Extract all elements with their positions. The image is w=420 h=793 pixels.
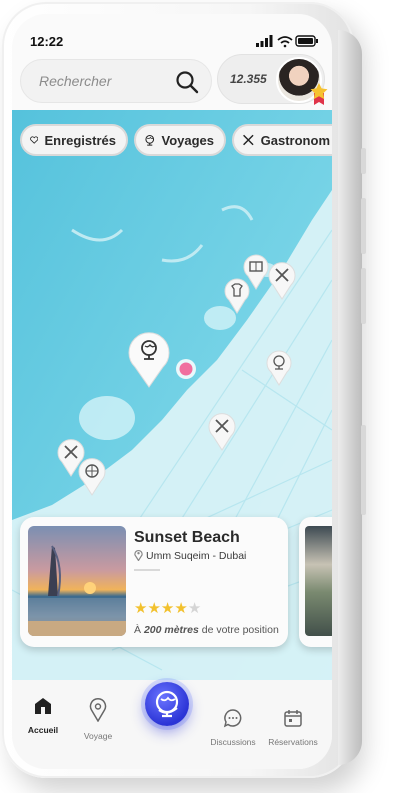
utensils-icon bbox=[243, 134, 254, 146]
chip-label: Enregistrés bbox=[44, 132, 116, 148]
map-pin-icon bbox=[89, 698, 107, 723]
nav-bookings[interactable]: Réservations bbox=[263, 708, 323, 747]
phone-side-button bbox=[361, 198, 366, 254]
wifi-icon bbox=[277, 36, 293, 48]
distance-suffix: de votre position bbox=[201, 624, 279, 636]
globe-icon bbox=[145, 135, 155, 146]
map-pin-trip[interactable] bbox=[266, 350, 292, 386]
heart-icon bbox=[30, 136, 39, 144]
place-card-next[interactable] bbox=[299, 517, 332, 647]
search-icon[interactable] bbox=[175, 70, 199, 94]
calendar-icon bbox=[284, 710, 302, 727]
search-input[interactable]: Rechercher bbox=[39, 73, 111, 89]
globe-chat-icon bbox=[155, 690, 179, 718]
star-filled-icon: ★ bbox=[134, 600, 148, 617]
location-pin-icon bbox=[134, 550, 143, 561]
phone-side-button bbox=[361, 148, 366, 174]
signal-icon bbox=[256, 35, 273, 47]
rank-star-icon bbox=[310, 83, 328, 105]
search-bar[interactable]: Rechercher bbox=[20, 59, 212, 103]
nav-label: Réservations bbox=[268, 737, 318, 747]
phone-side-button bbox=[361, 268, 366, 324]
explore-fab-button[interactable] bbox=[145, 682, 189, 726]
nav-trip[interactable]: Voyage bbox=[68, 698, 128, 741]
star-filled-icon: ★ bbox=[147, 600, 161, 617]
points-value: 12.355 bbox=[230, 72, 267, 86]
phone-side-button bbox=[361, 425, 366, 515]
chip-saved[interactable]: Enregistrés bbox=[20, 124, 128, 156]
map-pin-restaurant[interactable] bbox=[268, 262, 296, 300]
chip-label: Gastronom bbox=[260, 132, 330, 148]
ball-icon bbox=[85, 464, 99, 478]
chip-gastronomy[interactable]: Gastronom bbox=[232, 124, 332, 156]
filter-chips: Enregistrés Voyages Gastronom bbox=[12, 124, 332, 160]
status-icons bbox=[256, 35, 318, 48]
star-empty-icon: ★ bbox=[187, 600, 202, 617]
place-distance: À 200 mètres de votre position bbox=[134, 624, 279, 636]
star-filled-icon: ★ bbox=[160, 600, 175, 617]
distance-prefix: À bbox=[134, 624, 142, 636]
chip-trips[interactable]: Voyages bbox=[134, 124, 226, 156]
place-title: Sunset Beach bbox=[134, 529, 240, 546]
phone-edge bbox=[338, 30, 362, 765]
status-time: 12:22 bbox=[30, 34, 64, 49]
nav-home[interactable]: Accueil bbox=[13, 696, 73, 735]
nav-label: Discussions bbox=[210, 737, 256, 747]
app-screen: Enregistrés Voyages Gastronom 12:22 Rech… bbox=[12, 14, 332, 769]
nav-chat[interactable]: Discussions bbox=[203, 708, 263, 747]
nav-label: Voyage bbox=[83, 731, 113, 741]
place-photo bbox=[28, 526, 126, 636]
place-card[interactable]: Sunset Beach Umm Suqeim - Dubai ★★★★★ À … bbox=[20, 517, 288, 647]
nav-label: Accueil bbox=[27, 725, 59, 735]
status-bar: 12:22 bbox=[12, 14, 332, 58]
home-icon bbox=[35, 698, 51, 714]
rating-stars: ★★★★★ bbox=[134, 599, 201, 617]
divider bbox=[134, 569, 160, 571]
battery-icon bbox=[295, 35, 318, 47]
map-pin-restaurant[interactable] bbox=[208, 413, 236, 451]
map-pin-sport[interactable] bbox=[78, 458, 106, 496]
place-location: Umm Suqeim - Dubai bbox=[146, 550, 247, 562]
map-pin-shopping[interactable] bbox=[224, 278, 250, 314]
current-location-dot bbox=[176, 359, 196, 379]
distance-value: 200 mètres bbox=[143, 624, 199, 636]
star-filled-icon: ★ bbox=[174, 600, 188, 617]
place-photo bbox=[305, 526, 332, 636]
chat-bubble-icon bbox=[223, 709, 242, 728]
user-points-badge[interactable]: 12.355 bbox=[217, 54, 328, 105]
map-pin-trip-selected[interactable] bbox=[127, 330, 171, 388]
chip-label: Voyages bbox=[161, 132, 214, 148]
